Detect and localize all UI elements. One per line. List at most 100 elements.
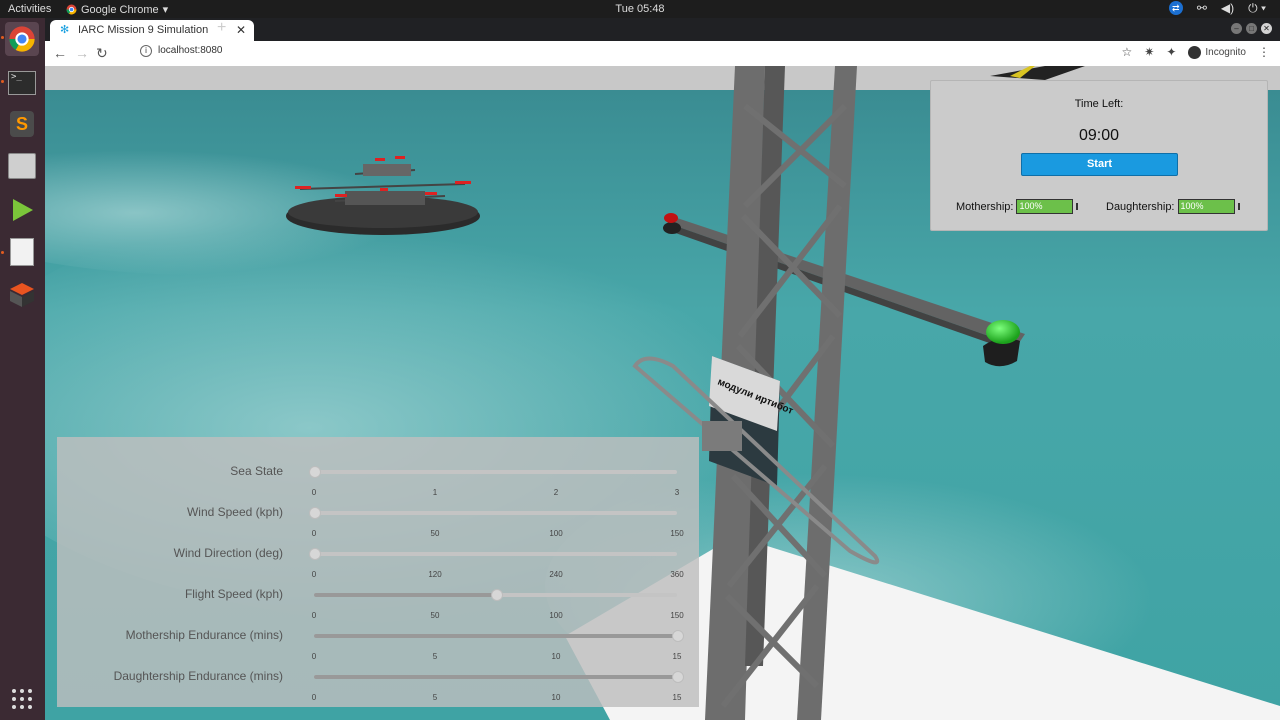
power-icon[interactable]: ⏻ ▾ <box>1248 1 1266 16</box>
slider-tick-label: 1 <box>432 488 438 497</box>
slider-tick-label: 100 <box>549 529 563 538</box>
extensions-puzzle-icon[interactable]: ✦ <box>1166 45 1176 59</box>
slider-track[interactable] <box>309 466 677 478</box>
slider-label: Flight Speed (kph) <box>184 587 283 601</box>
slider-tick-labels: 0 120 240 360 <box>311 570 684 582</box>
new-tab-button[interactable]: + <box>217 19 226 37</box>
mothership-battery: Mothership: 100% <box>956 199 1079 214</box>
chrome-launcher-icon[interactable] <box>5 22 39 56</box>
simulation-viewport[interactable]: модули иртибот Time Left: 09:00 Start Mo… <box>45 66 1280 720</box>
slider-track[interactable] <box>309 507 677 519</box>
activities-button[interactable]: Activities <box>8 3 51 15</box>
slider-tick-label: 0 <box>311 570 317 579</box>
green-beacon <box>986 320 1020 344</box>
daughtership-battery-label: Daughtership: <box>1106 200 1175 213</box>
slider-tick-label: 5 <box>432 693 438 702</box>
file-manager-icon[interactable] <box>5 149 39 183</box>
slider-tick-labels: 0 50 100 150 <box>311 529 684 541</box>
slider-thumb[interactable] <box>309 466 321 478</box>
extension-icon[interactable]: ✷ <box>1144 45 1154 59</box>
dropdown-arrow-icon: ▾ <box>162 4 169 16</box>
slider-track[interactable] <box>314 671 684 683</box>
tab-strip: ✻ IARC Mission 9 Simulation ✕ + – □ ✕ <box>45 18 1280 41</box>
slider-tick-label: 240 <box>549 570 563 579</box>
terminal-icon[interactable]: >_ <box>5 66 39 100</box>
app-menu-label: Google Chrome <box>81 3 159 16</box>
daughtership-battery-bar: 100% <box>1177 199 1235 214</box>
app-menu[interactable]: Google Chrome ▾ <box>66 3 168 16</box>
tab-close-icon[interactable]: ✕ <box>236 23 246 37</box>
address-bar[interactable]: i localhost:8080 <box>140 45 223 57</box>
browser-toolbar: ← → ↻ i localhost:8080 ☆ ✷ ✦ Incognito ⋮ <box>45 41 1280 67</box>
slider-label: Wind Direction (deg) <box>173 546 283 560</box>
sublime-text-icon[interactable]: S <box>5 107 39 141</box>
slider-track[interactable] <box>314 589 677 601</box>
slider-tick-label: 150 <box>670 611 684 620</box>
slider-tick-label: 0 <box>311 488 317 497</box>
menu-kebab-icon[interactable]: ⋮ <box>1258 45 1270 59</box>
incognito-badge[interactable]: Incognito <box>1188 45 1246 59</box>
slider-thumb[interactable] <box>672 671 684 683</box>
slider-track[interactable] <box>314 630 684 642</box>
network-icon[interactable]: ⚯ <box>1197 1 1207 16</box>
url-text: localhost:8080 <box>158 45 223 56</box>
slider-tick-label: 150 <box>670 529 684 538</box>
slider-fill <box>314 675 677 679</box>
forward-button[interactable]: → <box>75 45 89 61</box>
system-tray[interactable]: ⇄ ⚯ ◀) ⏻ ▾ <box>1168 1 1266 16</box>
teamviewer-icon[interactable]: ⇄ <box>1168 1 1183 15</box>
back-button[interactable]: ← <box>53 45 67 61</box>
slider-tick-label: 15 <box>672 652 682 661</box>
slider-tick-label: 2 <box>553 488 559 497</box>
software-center-icon[interactable] <box>5 278 39 312</box>
slider-label: Sea State <box>230 464 283 478</box>
volume-icon[interactable]: ◀) <box>1221 1 1234 16</box>
bookmark-star-icon[interactable]: ☆ <box>1122 45 1133 59</box>
daughtership-battery-percent: 100% <box>1180 201 1204 211</box>
window-controls: – □ ✕ <box>1231 23 1272 34</box>
mothership-battery-label: Mothership: <box>956 200 1014 213</box>
slider-tick-label: 0 <box>311 611 317 620</box>
maximize-icon[interactable]: □ <box>1246 23 1257 34</box>
slider-thumb[interactable] <box>309 507 321 519</box>
text-editor-icon[interactable] <box>5 235 39 269</box>
slider-tick-labels: 0 1 2 3 <box>311 488 680 500</box>
simulation-settings-panel: Sea State 0 1 2 3 Wind Speed (kph) 0 50 100 150 Wi… <box>57 437 699 707</box>
incognito-label: Incognito <box>1205 46 1246 58</box>
time-left-label: Time Left: <box>1074 98 1124 110</box>
site-info-icon[interactable]: i <box>140 45 152 57</box>
slider-tick-label: 15 <box>672 693 682 702</box>
mission-status-panel: Time Left: 09:00 Start Mothership: 100% … <box>930 80 1268 231</box>
slider-tick-label: 0 <box>311 529 317 538</box>
show-applications-icon[interactable] <box>5 682 39 716</box>
clock[interactable]: Tue 05:48 <box>0 3 1280 15</box>
slider-tick-label: 50 <box>430 611 440 620</box>
reload-button[interactable]: ↻ <box>96 45 108 62</box>
minimize-icon[interactable]: – <box>1231 23 1242 34</box>
slider-track[interactable] <box>309 548 677 560</box>
slider-tick-label: 3 <box>674 488 680 497</box>
toolbar-actions: ☆ ✷ ✦ Incognito ⋮ <box>1122 45 1270 59</box>
slider-tick-label: 10 <box>551 693 561 702</box>
tab-title: IARC Mission 9 Simulation <box>78 24 209 36</box>
slider-tick-labels: 0 50 100 150 <box>311 611 684 623</box>
slider-tick-label: 0 <box>311 652 317 661</box>
chrome-icon <box>66 4 77 15</box>
slider-thumb[interactable] <box>490 589 503 601</box>
daughtership-battery: Daughtership: 100% <box>1106 199 1240 214</box>
start-button[interactable]: Start <box>1021 153 1178 176</box>
time-left-value: 09:00 <box>1078 127 1120 144</box>
slider-tick-label: 5 <box>432 652 438 661</box>
slider-tick-label: 360 <box>670 570 684 579</box>
slider-fill <box>314 634 677 638</box>
slider-thumb[interactable] <box>309 548 321 560</box>
slider-tick-label: 10 <box>551 652 561 661</box>
mothership-battery-percent: 100% <box>1019 201 1043 211</box>
slider-thumb[interactable] <box>672 630 684 642</box>
slider-tick-labels: 0 5 10 15 <box>311 652 682 664</box>
battery-terminal-icon <box>1076 203 1079 210</box>
media-player-icon[interactable] <box>5 193 39 227</box>
slider-tick-label: 50 <box>430 529 440 538</box>
close-window-icon[interactable]: ✕ <box>1261 23 1272 34</box>
slider-label: Mothership Endurance (mins) <box>125 628 283 642</box>
